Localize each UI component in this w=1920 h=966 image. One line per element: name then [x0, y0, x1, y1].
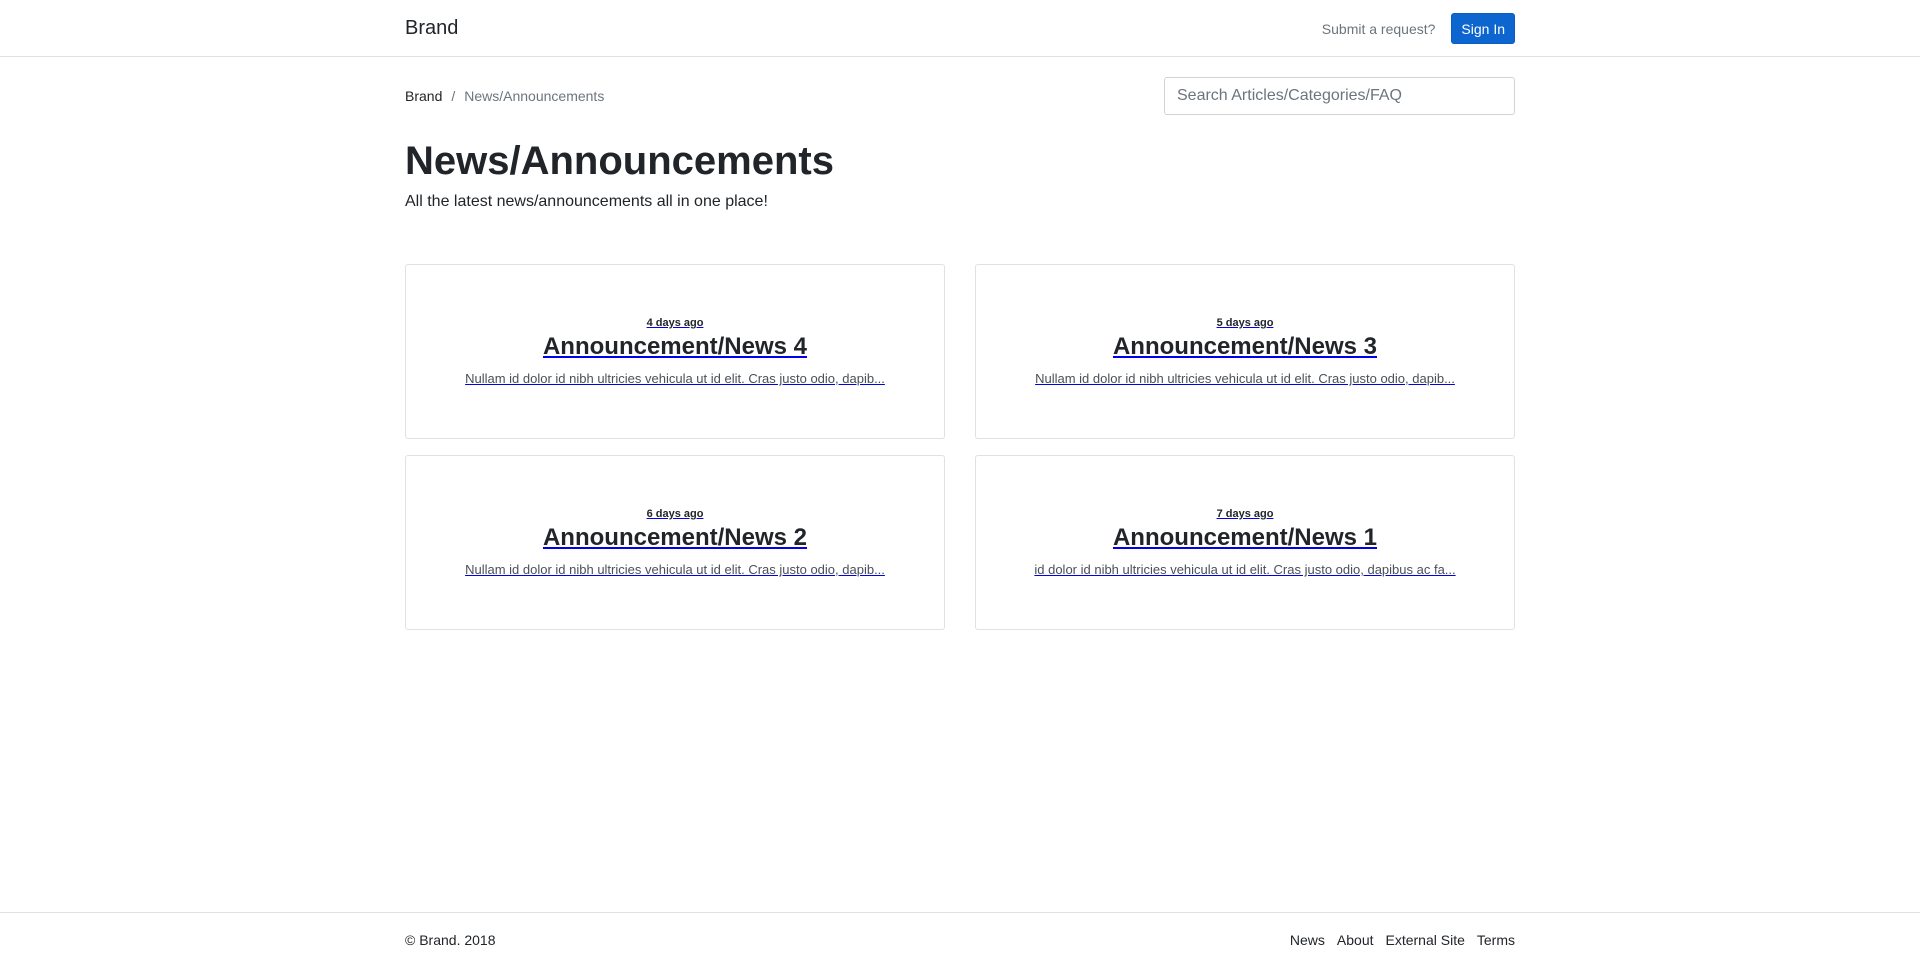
brand-logo-link[interactable]: Brand [405, 17, 458, 40]
news-card[interactable]: 7 days ago Announcement/News 1 id dolor … [975, 455, 1515, 630]
breadcrumb-home-link[interactable]: Brand [405, 88, 442, 104]
news-card-title: Announcement/News 1 [1112, 524, 1378, 551]
site-footer: © Brand. 2018 News About External Site T… [0, 912, 1920, 966]
news-card-time: 7 days ago [1216, 508, 1274, 520]
news-card-title: Announcement/News 3 [1112, 333, 1378, 360]
news-card-time: 6 days ago [646, 508, 704, 520]
breadcrumb-separator: / [451, 88, 456, 104]
news-card[interactable]: 4 days ago Announcement/News 4 Nullam id… [405, 264, 945, 439]
breadcrumb-current: News/Announcements [464, 88, 605, 104]
breadcrumb-search-row: Brand / News/Announcements [405, 77, 1515, 115]
footer-link-about[interactable]: About [1337, 932, 1374, 948]
footer-link-external-site[interactable]: External Site [1386, 932, 1465, 948]
news-card-time: 4 days ago [646, 317, 704, 329]
footer-inner: © Brand. 2018 News About External Site T… [405, 913, 1515, 966]
sign-in-button[interactable]: Sign In [1451, 13, 1515, 44]
news-card-title: Announcement/News 4 [542, 333, 808, 360]
navbar-actions: Submit a request? Sign In [1322, 13, 1515, 44]
page-title: News/Announcements [405, 139, 834, 183]
navbar-inner: Brand Submit a request? Sign In [405, 0, 1515, 57]
news-card-excerpt: Nullam id dolor id nibh ultricies vehicu… [1035, 371, 1455, 386]
news-card-excerpt: id dolor id nibh ultricies vehicula ut i… [1034, 562, 1456, 577]
main-content: Brand / News/Announcements News/Announce… [405, 57, 1515, 630]
news-card[interactable]: 6 days ago Announcement/News 2 Nullam id… [405, 455, 945, 630]
news-card-grid: 4 days ago Announcement/News 4 Nullam id… [405, 264, 1515, 630]
page-subtitle: All the latest news/announcements all in… [405, 193, 768, 210]
news-card-time: 5 days ago [1216, 317, 1274, 329]
news-card-excerpt: Nullam id dolor id nibh ultricies vehicu… [465, 371, 885, 386]
search-input[interactable] [1177, 87, 1502, 105]
breadcrumb: Brand / News/Announcements [405, 88, 604, 104]
submit-request-link[interactable]: Submit a request? [1322, 21, 1436, 37]
copyright-text: © Brand. 2018 [405, 932, 496, 948]
news-card[interactable]: 5 days ago Announcement/News 3 Nullam id… [975, 264, 1515, 439]
search-box [1164, 77, 1515, 115]
news-card-title: Announcement/News 2 [542, 524, 808, 551]
news-card-excerpt: Nullam id dolor id nibh ultricies vehicu… [465, 562, 885, 577]
footer-links: News About External Site Terms [1290, 932, 1515, 948]
footer-link-news[interactable]: News [1290, 932, 1325, 948]
top-navbar: Brand Submit a request? Sign In [0, 0, 1920, 57]
footer-link-terms[interactable]: Terms [1477, 932, 1515, 948]
